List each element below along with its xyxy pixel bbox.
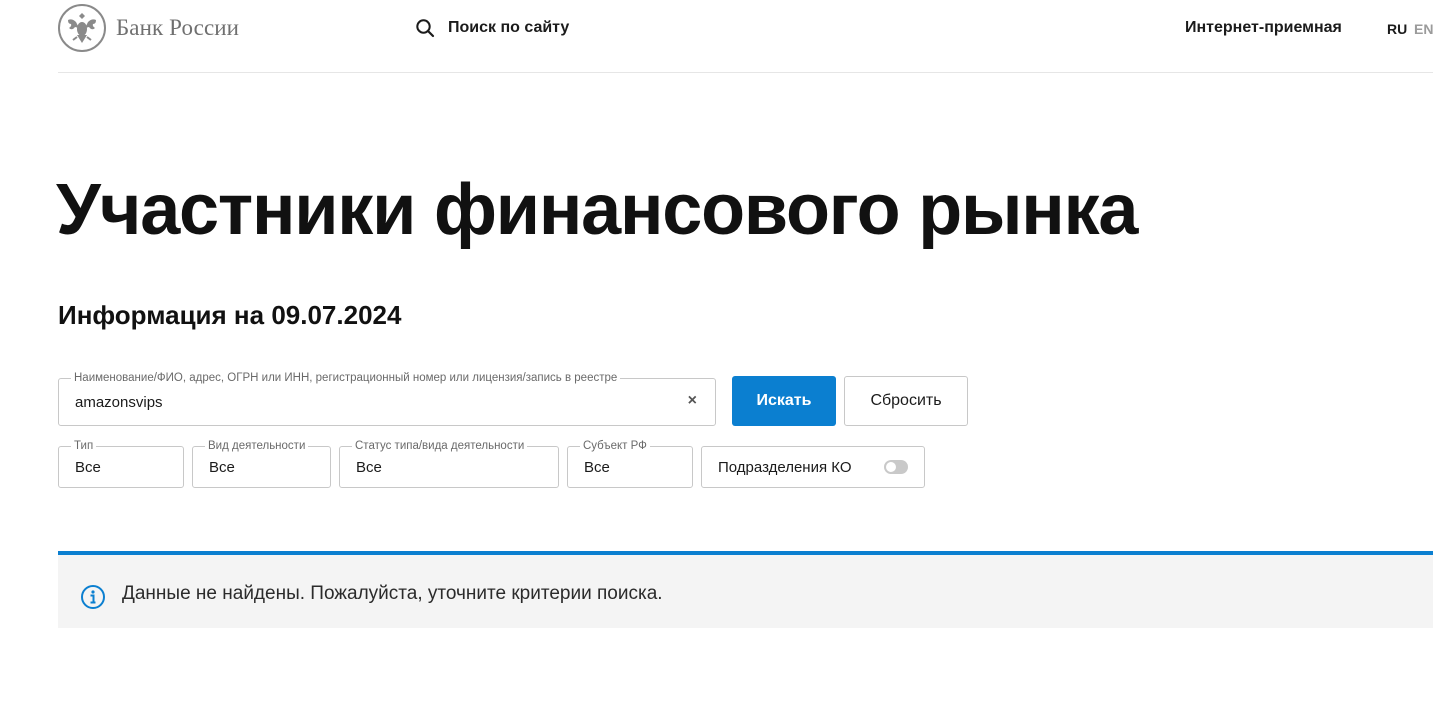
logo[interactable]: Банк России bbox=[58, 4, 239, 52]
activity-select-value: Все bbox=[209, 459, 235, 476]
site-header: Банк России Поиск по сайту Интернет-прие… bbox=[58, 0, 1433, 73]
activity-select[interactable]: Вид деятельности Все bbox=[192, 439, 331, 488]
internet-reception-link[interactable]: Интернет-приемная bbox=[1185, 19, 1342, 37]
logo-text: Банк России bbox=[116, 15, 240, 40]
page: Банк России Поиск по сайту Интернет-прие… bbox=[0, 0, 1455, 708]
reset-button[interactable]: Сбросить bbox=[844, 376, 968, 426]
search-input[interactable]: amazonsvips bbox=[75, 394, 163, 411]
no-results-text: Данные не найдены. Пожалуйста, уточните … bbox=[122, 583, 663, 604]
eagle-emblem-icon bbox=[58, 4, 106, 52]
lang-ru[interactable]: RU bbox=[1387, 21, 1407, 37]
activity-select-label: Вид деятельности bbox=[205, 439, 309, 453]
site-search-label: Поиск по сайту bbox=[448, 19, 570, 36]
page-title: Участники финансового рынка bbox=[56, 170, 1138, 250]
type-select[interactable]: Тип Все bbox=[58, 439, 184, 488]
search-icon bbox=[416, 19, 435, 38]
type-select-value: Все bbox=[75, 459, 101, 476]
region-select-label: Субъект РФ bbox=[580, 439, 650, 453]
search-field-legend: Наименование/ФИО, адрес, ОГРН или ИНН, р… bbox=[71, 371, 621, 385]
no-results-notice: Данные не найдены. Пожалуйста, уточните … bbox=[58, 551, 1433, 628]
info-date-subtitle: Информация на 09.07.2024 bbox=[58, 300, 402, 330]
branches-toggle-label: Подразделения КО bbox=[718, 458, 852, 476]
site-search-link[interactable]: Поиск по сайту bbox=[415, 18, 569, 38]
clear-icon[interactable]: × bbox=[688, 392, 697, 410]
region-select[interactable]: Субъект РФ Все bbox=[567, 439, 693, 488]
status-select-value: Все bbox=[356, 459, 382, 476]
branches-filter: Подразделения КО bbox=[701, 446, 925, 488]
branches-toggle[interactable] bbox=[884, 460, 908, 474]
info-icon bbox=[81, 585, 105, 609]
type-select-label: Тип bbox=[71, 439, 97, 453]
region-select-value: Все bbox=[584, 459, 610, 476]
toggle-knob bbox=[886, 462, 896, 472]
lang-en[interactable]: EN bbox=[1414, 21, 1433, 37]
search-button[interactable]: Искать bbox=[732, 376, 836, 426]
status-select[interactable]: Статус типа/вида деятельности Все bbox=[339, 439, 559, 488]
status-select-label: Статус типа/вида деятельности bbox=[352, 439, 528, 453]
search-field[interactable]: Наименование/ФИО, адрес, ОГРН или ИНН, р… bbox=[58, 371, 716, 426]
